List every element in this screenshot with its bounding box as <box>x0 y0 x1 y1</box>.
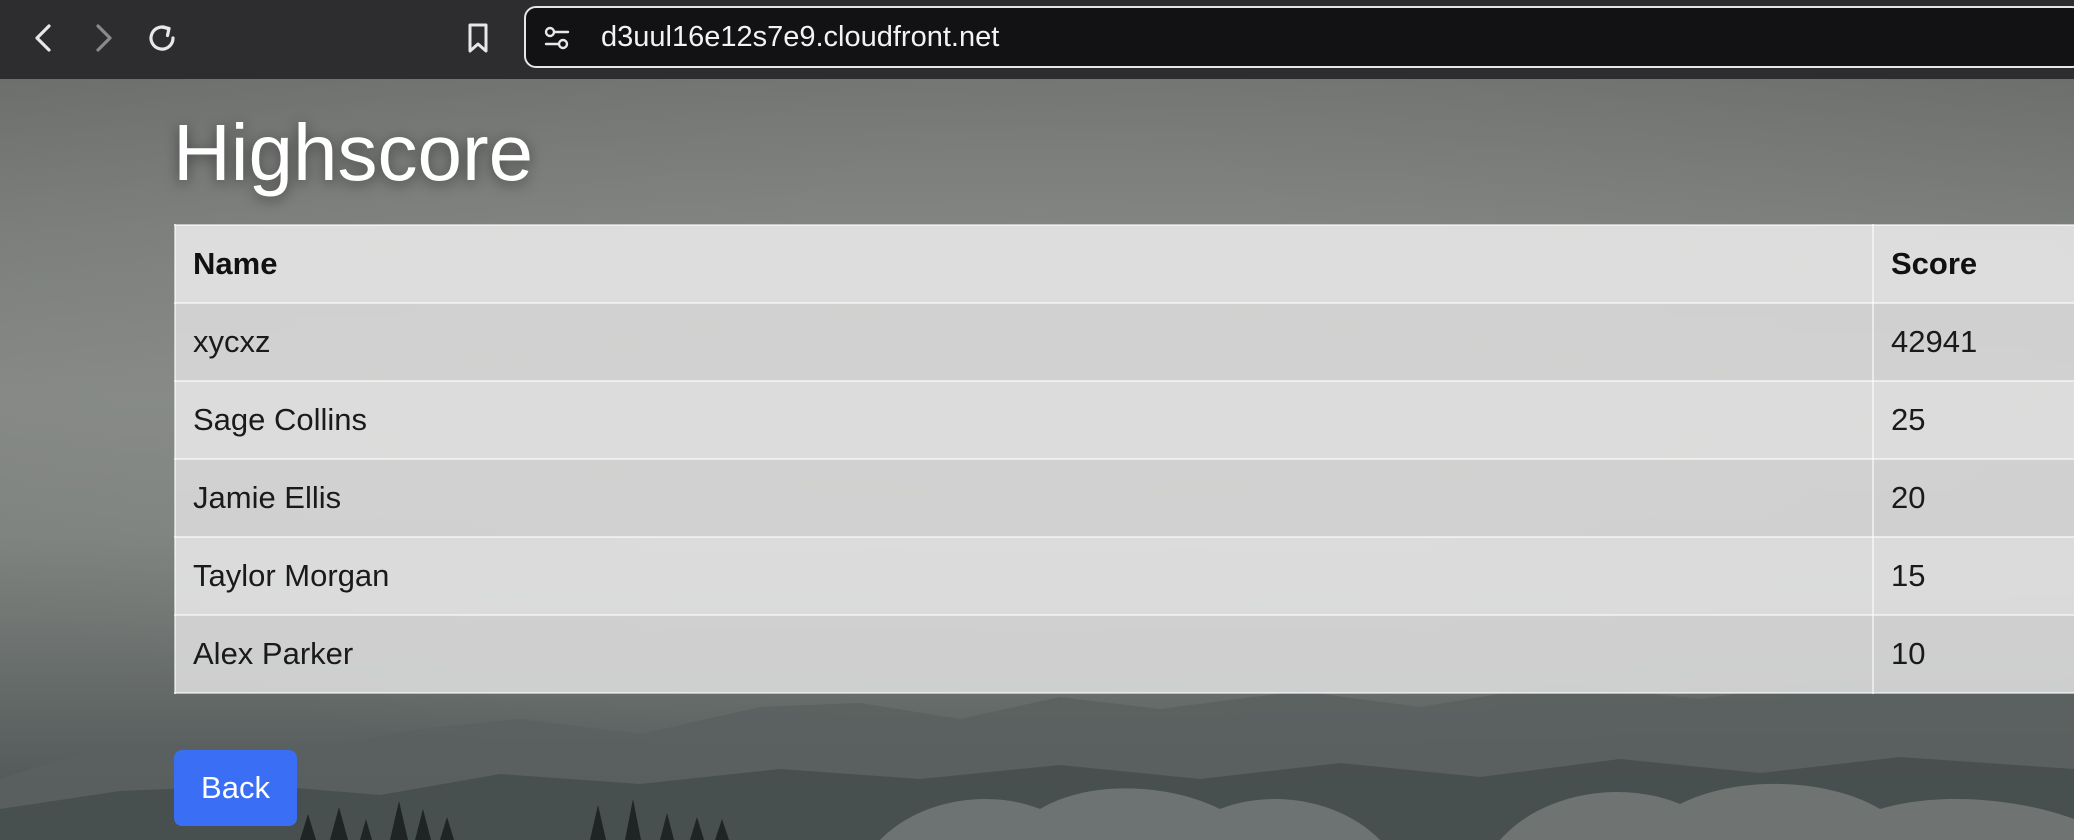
table-row: Taylor Morgan 15 <box>174 536 2074 616</box>
site-settings-icon[interactable] <box>544 26 570 50</box>
page-title: Highscore <box>173 108 534 197</box>
reload-icon[interactable] <box>143 18 183 58</box>
forward-arrow-icon[interactable] <box>83 18 123 58</box>
bookmark-icon[interactable] <box>458 18 498 58</box>
player-name-cell: Alex Parker <box>174 614 1874 694</box>
url-text[interactable]: d3uul16e12s7e9.cloudfront.net <box>601 8 999 66</box>
table-row: Sage Collins 25 <box>174 380 2074 460</box>
score-cell: 42941 <box>1872 302 2074 382</box>
back-button[interactable]: Back <box>174 750 297 826</box>
address-bar[interactable]: d3uul16e12s7e9.cloudfront.net <box>524 6 2074 68</box>
back-arrow-icon[interactable] <box>24 18 64 58</box>
table-row: xycxz 42941 <box>174 302 2074 382</box>
score-cell: 20 <box>1872 458 2074 538</box>
column-header-score: Score <box>1872 224 2074 304</box>
player-name-cell: xycxz <box>174 302 1874 382</box>
player-name-cell: Taylor Morgan <box>174 536 1874 616</box>
page-viewport: Highscore Name Score xycxz 42941 Sage Co… <box>0 79 2074 840</box>
player-name-cell: Jamie Ellis <box>174 458 1874 538</box>
browser-toolbar: d3uul16e12s7e9.cloudfront.net <box>0 0 2074 79</box>
table-row: Jamie Ellis 20 <box>174 458 2074 538</box>
score-cell: 25 <box>1872 380 2074 460</box>
column-header-name: Name <box>174 224 1874 304</box>
player-name-cell: Sage Collins <box>174 380 1874 460</box>
table-header-row: Name Score <box>174 224 2074 304</box>
table-row: Alex Parker 10 <box>174 614 2074 694</box>
highscore-table: Name Score xycxz 42941 Sage Collins 25 J… <box>174 224 2074 694</box>
score-cell: 15 <box>1872 536 2074 616</box>
score-cell: 10 <box>1872 614 2074 694</box>
